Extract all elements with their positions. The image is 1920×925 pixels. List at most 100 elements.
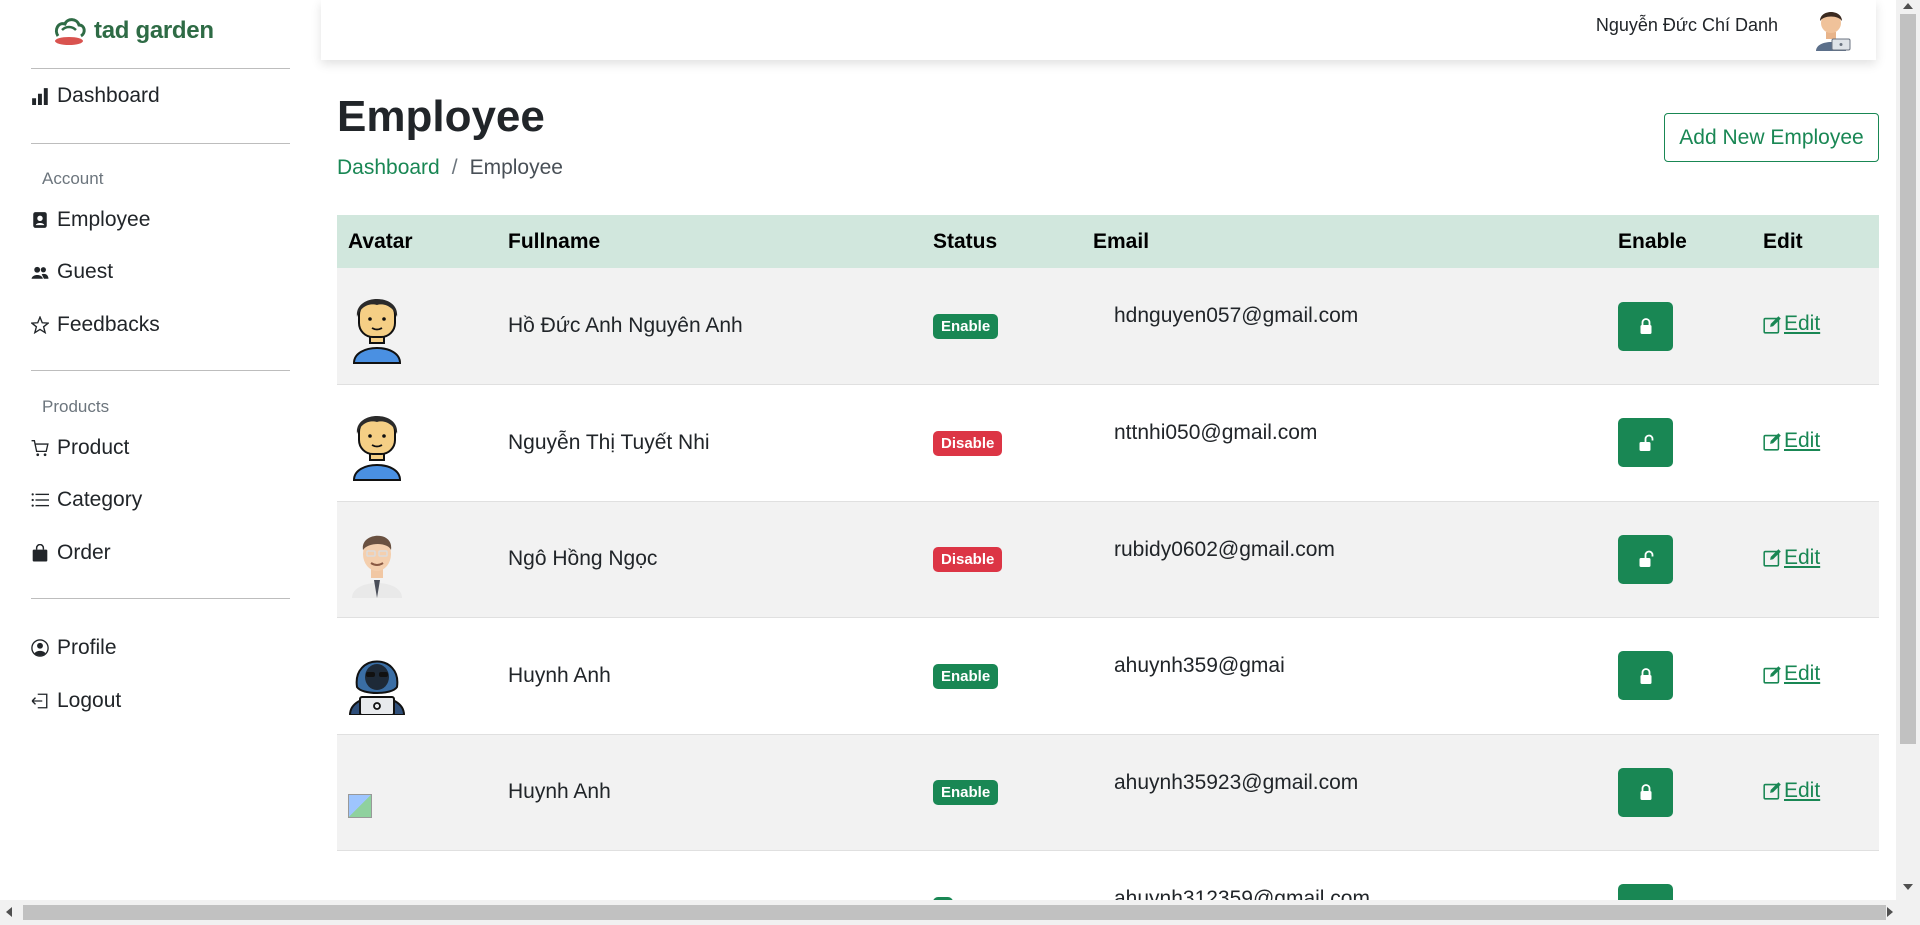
enable-cell [1607, 618, 1752, 735]
sidebar-divider [31, 68, 290, 69]
horizontal-scroll-thumb[interactable] [23, 905, 1886, 920]
vertical-scrollbar[interactable] [1896, 0, 1920, 900]
avatar-cell [337, 501, 497, 618]
star-icon [31, 316, 49, 334]
sidebar-item-feedbacks[interactable]: Feedbacks [31, 313, 160, 337]
breadcrumb-separator: / [451, 156, 458, 179]
hacker-avatar-icon [348, 660, 406, 715]
sidebar-item-logout[interactable]: Logout [31, 689, 121, 713]
pencil-square-icon [1763, 782, 1781, 800]
table-body: Hồ Đức Anh Nguyên Anh Enable hdnguyen057… [337, 268, 1879, 900]
edit-label: Edit [1784, 429, 1821, 452]
scroll-down-arrow-icon[interactable] [1903, 884, 1913, 890]
status-badge: Disable [933, 547, 1003, 573]
breadcrumb-link-dashboard[interactable]: Dashboard [337, 156, 440, 180]
sidebar-item-label: Feedbacks [57, 313, 160, 336]
logout-icon [31, 693, 48, 709]
sidebar-item-label: Guest [57, 260, 114, 283]
scroll-right-arrow-icon[interactable] [1887, 907, 1893, 917]
edit-link[interactable]: Edit [1763, 662, 1820, 686]
sidebar-item-label: Employee [57, 208, 151, 231]
pencil-square-icon [1763, 665, 1781, 684]
people-icon [31, 266, 49, 279]
status-cell [922, 851, 1082, 900]
breadcrumb: Dashboard / Employee [337, 156, 563, 180]
toggle-lock-button[interactable] [1618, 767, 1673, 817]
edit-cell: Edit [1752, 501, 1879, 618]
sidebar-divider [31, 370, 290, 371]
avatar-cell [337, 851, 497, 901]
edit-label: Edit [1784, 662, 1821, 685]
garden-logo-icon [54, 18, 86, 45]
section-label-account: Account [42, 169, 104, 188]
sidebar-item-profile[interactable]: Profile [31, 636, 117, 660]
avatar-cell [337, 268, 497, 385]
edit-link[interactable]: Edit [1763, 546, 1820, 570]
edit-link[interactable]: Edit [1763, 429, 1820, 453]
employee-table: Avatar Fullname Status Email Enable Edit [337, 215, 1879, 900]
lock-icon [1640, 667, 1651, 684]
sidebar-item-employee[interactable]: Employee [31, 208, 150, 232]
email-cell: ahuynh312359@gmail.com [1114, 887, 1370, 900]
brand-logo[interactable]: tad garden [52, 16, 214, 46]
table-row: Hồ Đức Anh Nguyên Anh Enable hdnguyen057… [337, 268, 1879, 385]
toggle-lock-button[interactable] [1618, 301, 1673, 351]
toggle-lock-button[interactable] [1618, 884, 1673, 900]
user-name[interactable]: Nguyễn Đức Chí Danh [1596, 15, 1778, 36]
edit-cell: Edit [1752, 268, 1879, 385]
scroll-up-arrow-icon[interactable] [1903, 3, 1913, 9]
sidebar-item-label: Order [57, 541, 111, 564]
status-cell: Enable [922, 734, 1082, 851]
sidebar-item-product[interactable]: Product [31, 436, 129, 460]
edit-label: Edit [1784, 545, 1821, 569]
edit-cell: Edit [1752, 385, 1879, 502]
status-badge: Disable [933, 430, 1003, 456]
user-avatar-icon[interactable] [1808, 3, 1854, 51]
fullname-cell: Huynh Anh [508, 780, 611, 804]
email-cell: nttnhi050@gmail.com [1114, 421, 1318, 444]
lock-icon [1640, 784, 1651, 801]
edit-cell: Edit [1752, 618, 1879, 735]
pencil-square-icon [1763, 549, 1781, 567]
toggle-lock-button[interactable] [1618, 651, 1673, 701]
table-header: Avatar Fullname Status Email Enable Edit [337, 215, 1879, 268]
section-label-products: Products [42, 397, 110, 416]
email-cell: hdnguyen057@gmail.com [1114, 304, 1359, 327]
column-header-status: Status [922, 215, 1082, 268]
edit-label: Edit [1784, 778, 1821, 802]
unlock-icon [1639, 550, 1653, 568]
column-header-email: Email [1082, 215, 1607, 268]
boy-avatar-icon [352, 299, 402, 364]
sidebar-item-label: Logout [57, 689, 122, 712]
brand-name: tad garden [94, 17, 214, 44]
column-header-fullname: Fullname [497, 215, 922, 268]
status-badge: Enable [933, 314, 999, 339]
edit-link[interactable]: Edit [1763, 779, 1820, 803]
shopping-bag-icon [32, 544, 48, 562]
status-badge: Enable [933, 780, 999, 806]
scroll-left-arrow-icon[interactable] [6, 907, 12, 917]
sidebar-item-dashboard[interactable]: Dashboard [31, 84, 160, 108]
sidebar-item-label: Profile [57, 636, 117, 659]
sidebar-item-order[interactable]: Order [31, 541, 111, 565]
status-cell: Enable [922, 618, 1082, 735]
enable-cell [1607, 734, 1752, 851]
sidebar-item-label: Category [57, 488, 143, 511]
enable-cell [1607, 268, 1752, 385]
sidebar-item-category[interactable]: Category [31, 488, 142, 512]
horizontal-scrollbar[interactable] [0, 900, 1920, 925]
employee-table-container: Avatar Fullname Status Email Enable Edit [337, 215, 1879, 900]
edit-link[interactable]: Edit [1763, 312, 1820, 336]
avatar-cell [337, 618, 497, 735]
fullname-cell: Huynh Anh [508, 663, 611, 687]
avatar-cell [337, 734, 497, 851]
email-cell: ahuynh359@gmai [1114, 654, 1285, 677]
toggle-lock-button[interactable] [1618, 418, 1673, 468]
cart-icon [31, 440, 49, 457]
toggle-lock-button[interactable] [1618, 534, 1673, 584]
boy-avatar-icon [352, 415, 402, 481]
add-new-employee-button[interactable]: Add New Employee [1664, 113, 1879, 162]
sidebar-item-guest[interactable]: Guest [31, 260, 113, 284]
vertical-scroll-thumb[interactable] [1900, 14, 1916, 744]
table-row: Huynh Anh Enable ahuynh359@gmai Edit [337, 617, 1879, 735]
